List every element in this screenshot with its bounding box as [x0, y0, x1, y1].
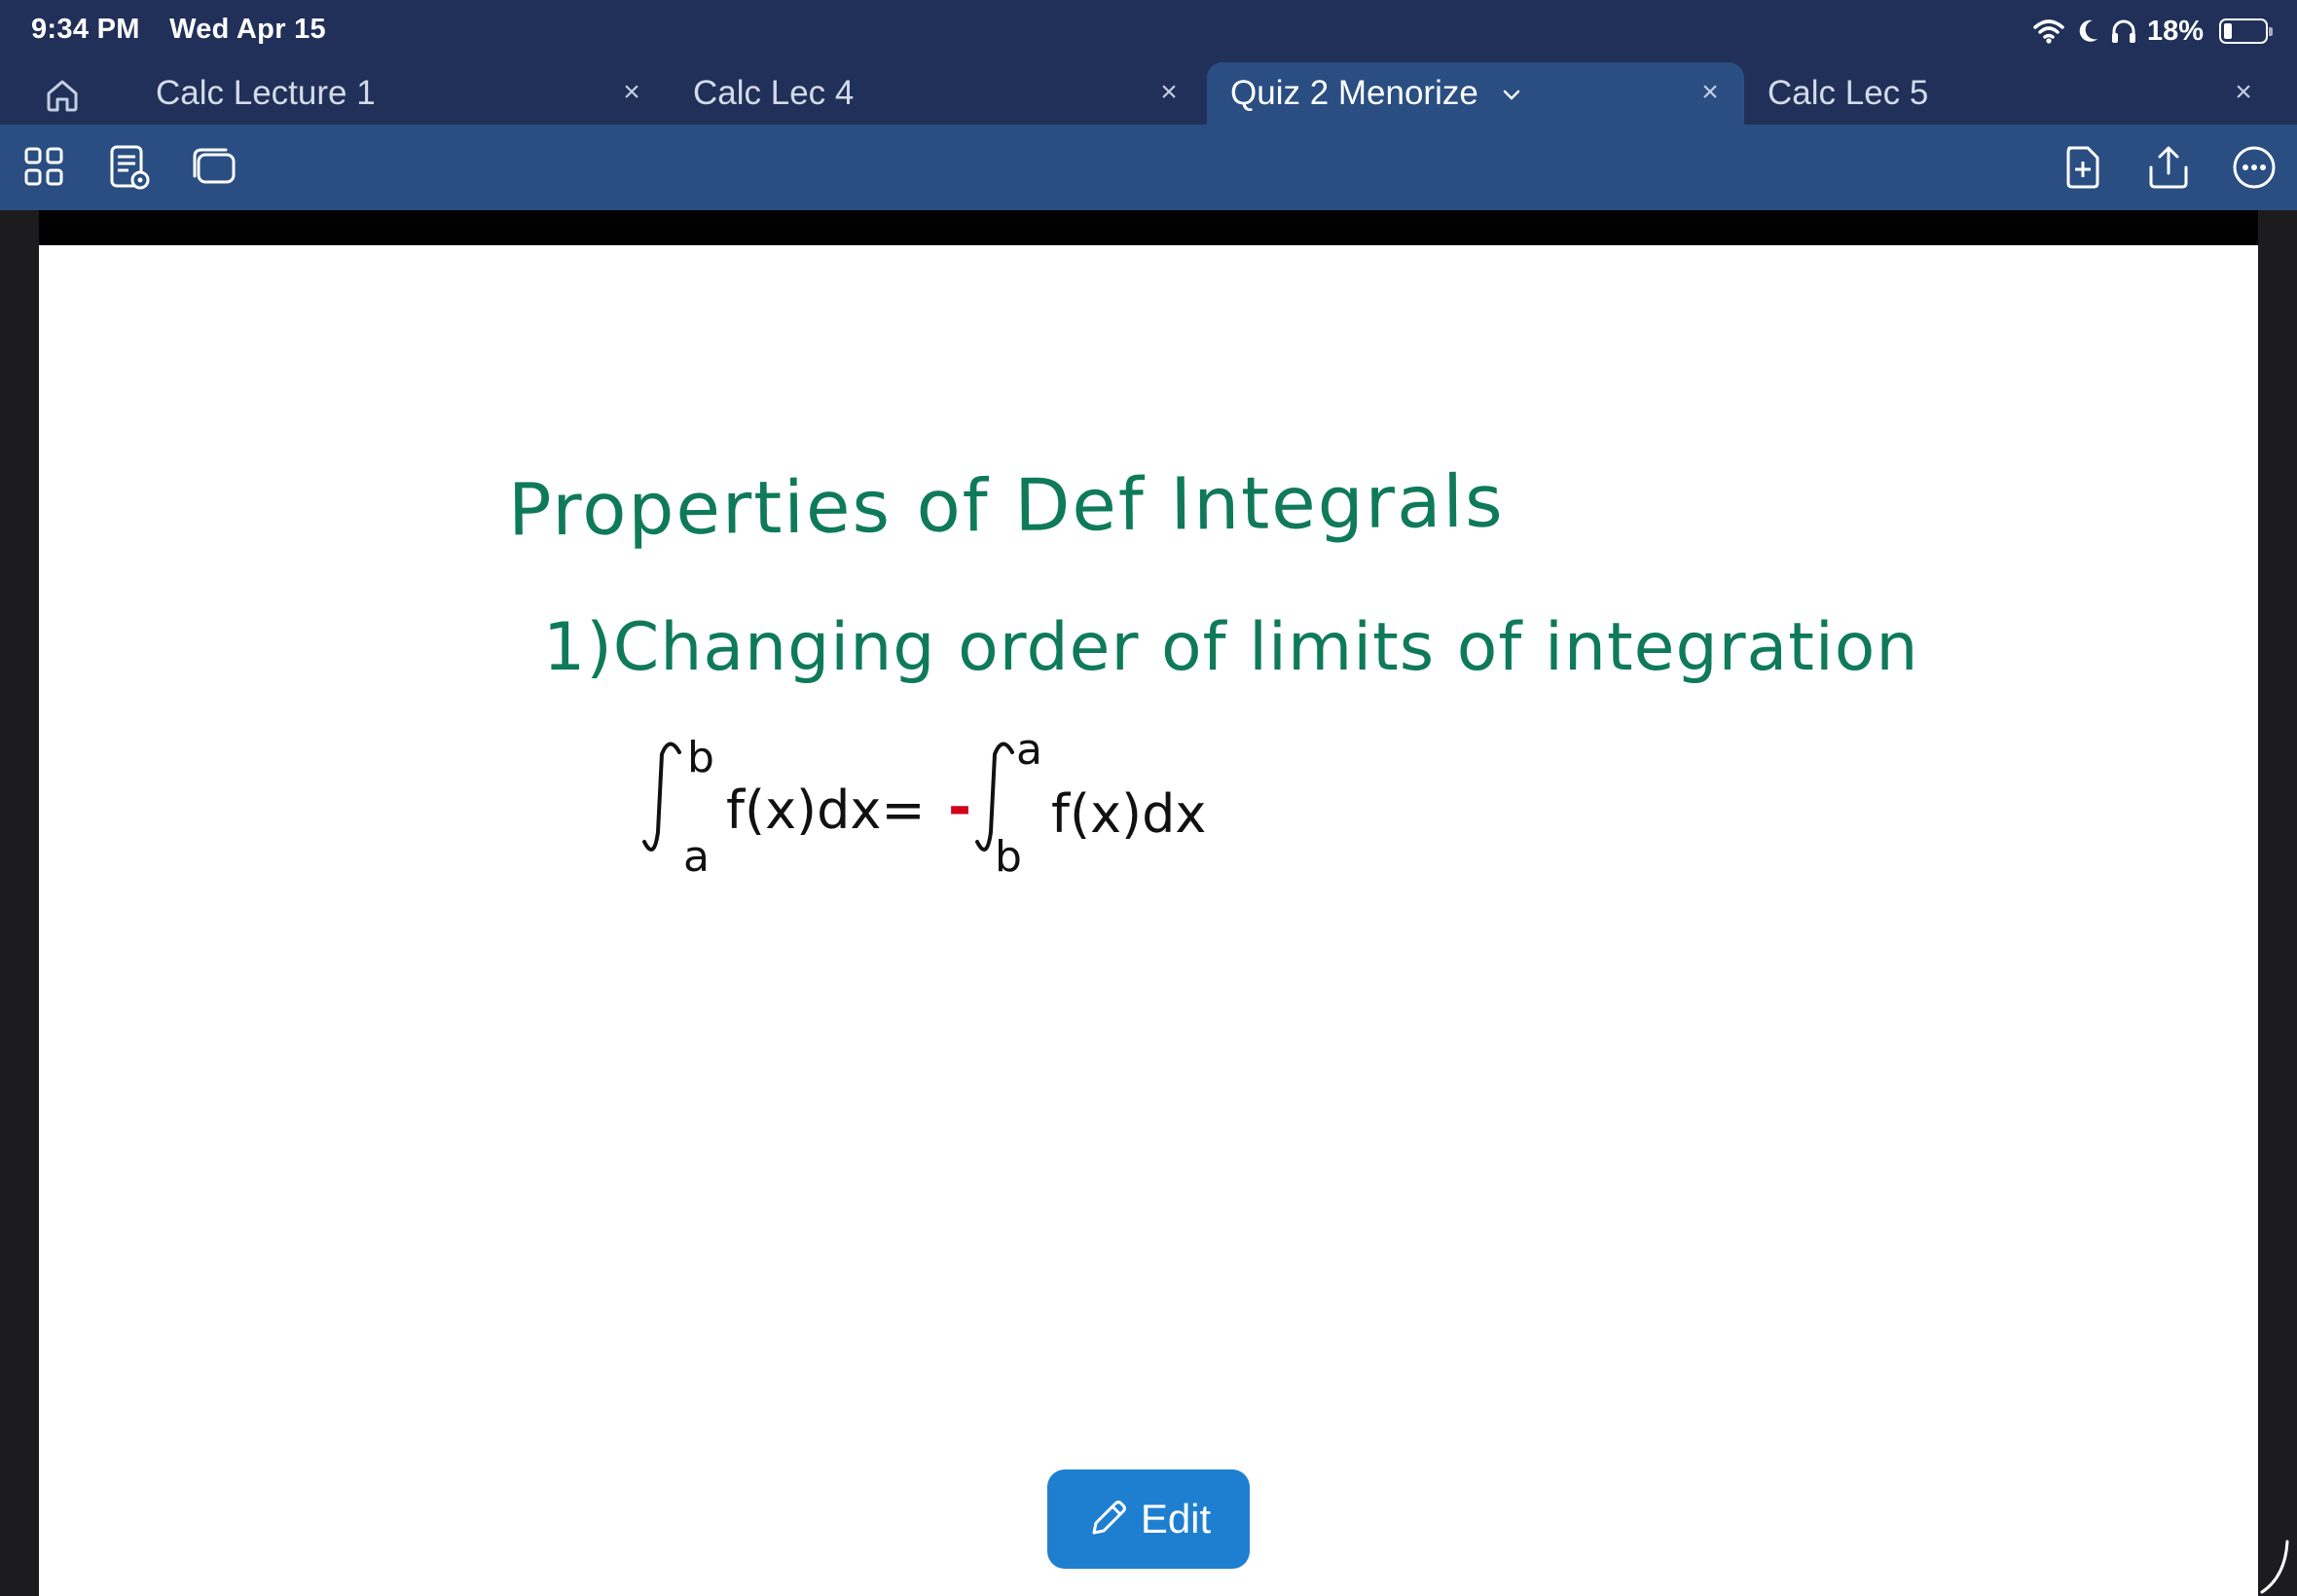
pencil-icon	[1092, 1501, 1126, 1535]
status-time-date: 9:34 PM Wed Apr 15	[31, 14, 347, 46]
note-page[interactable]	[39, 245, 2258, 1596]
chevron-down-icon[interactable]	[1502, 89, 1521, 102]
toolbar	[0, 125, 2297, 210]
edit-button[interactable]: Edit	[1047, 1469, 1250, 1569]
grid-view-icon[interactable]	[21, 144, 68, 191]
share-icon[interactable]	[2145, 144, 2192, 191]
tab-quiz-2-menorize[interactable]: Quiz 2 Menorize ×	[1207, 62, 1744, 125]
tab-close-button[interactable]: ×	[615, 76, 648, 109]
tab-close-button[interactable]: ×	[1694, 76, 1727, 109]
tab-close-button[interactable]: ×	[2227, 76, 2260, 109]
tab-close-button[interactable]: ×	[1152, 76, 1185, 109]
lhs-upper-limit: b	[687, 733, 714, 782]
lhs-integrand: f(x)dx=	[726, 780, 926, 841]
wifi-icon	[2033, 19, 2064, 44]
more-icon[interactable]	[2231, 144, 2278, 191]
rhs-integrand: f(x)dx	[1051, 783, 1206, 845]
add-document-icon[interactable]	[2060, 144, 2106, 191]
rhs-upper-limit: a	[1016, 725, 1042, 775]
tab-label: Quiz 2 Menorize	[1230, 74, 1478, 112]
integral-formula: b a f(x)dx= - a b f(x)dx	[642, 725, 1206, 882]
battery-percent: 18%	[2146, 15, 2204, 47]
document-view-icon[interactable]	[105, 144, 152, 191]
battery-level	[2224, 23, 2232, 39]
tab-bar: Calc Lecture 1 × Calc Lec 4 × Quiz 2 Men…	[0, 62, 2297, 125]
tab-label: Calc Lec 4	[693, 74, 855, 112]
tab-calc-lec-4[interactable]: Calc Lec 4 ×	[670, 62, 1203, 125]
tab-label: Calc Lec 5	[1768, 74, 1929, 112]
status-date: Wed Apr 15	[169, 14, 326, 45]
page-top-border	[39, 210, 2258, 245]
layers-icon[interactable]	[191, 144, 237, 191]
tab-calc-lecture-1[interactable]: Calc Lecture 1 ×	[121, 62, 662, 125]
note-item-1: 1)Changing order of limits of integratio…	[543, 609, 1919, 686]
edit-button-label: Edit	[1140, 1496, 1212, 1542]
status-indicators: 18%	[2032, 12, 2273, 51]
tab-calc-lec-5[interactable]: Calc Lec 5 ×	[1748, 62, 2278, 125]
moon-icon	[2079, 19, 2097, 42]
status-time: 9:34 PM	[31, 14, 140, 45]
battery-icon	[2219, 18, 2273, 44]
lhs-lower-limit: a	[683, 832, 710, 882]
rhs-lower-limit: b	[995, 832, 1022, 882]
note-title: Properties of Def Integrals	[507, 459, 1505, 553]
resize-handle-icon[interactable]	[2258, 1538, 2293, 1596]
headphones-icon	[2111, 19, 2135, 43]
minus-sign: -	[948, 774, 971, 840]
home-icon[interactable]	[43, 76, 82, 115]
integral-sign	[642, 742, 681, 852]
tab-label: Calc Lecture 1	[156, 74, 376, 112]
status-bar: 9:34 PM Wed Apr 15 18%	[0, 0, 2297, 62]
tab-label-wrap: Quiz 2 Menorize	[1230, 74, 1521, 113]
